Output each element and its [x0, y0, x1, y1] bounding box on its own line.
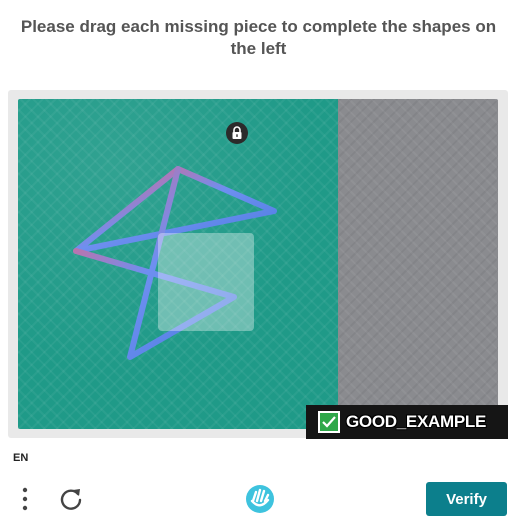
lock-icon	[226, 122, 248, 144]
puzzle-canvas	[18, 99, 498, 429]
menu-button[interactable]	[14, 486, 36, 512]
vertical-dots-icon	[22, 487, 28, 511]
piece-tray[interactable]	[338, 99, 498, 429]
watermark-label: GOOD_EXAMPLE	[346, 412, 486, 431]
hand-logo-icon	[243, 483, 277, 515]
verify-button[interactable]: Verify	[426, 482, 507, 516]
page-title: Please drag each missing piece to comple…	[20, 17, 497, 58]
watermark-badge: GOOD_EXAMPLE	[306, 405, 508, 439]
refresh-button[interactable]	[57, 485, 85, 513]
refresh-icon	[60, 489, 82, 510]
shape-target-area	[18, 99, 338, 429]
missing-piece-slot[interactable]	[158, 233, 254, 331]
checkmark-icon	[318, 411, 340, 433]
language-selector[interactable]: EN	[13, 452, 28, 464]
